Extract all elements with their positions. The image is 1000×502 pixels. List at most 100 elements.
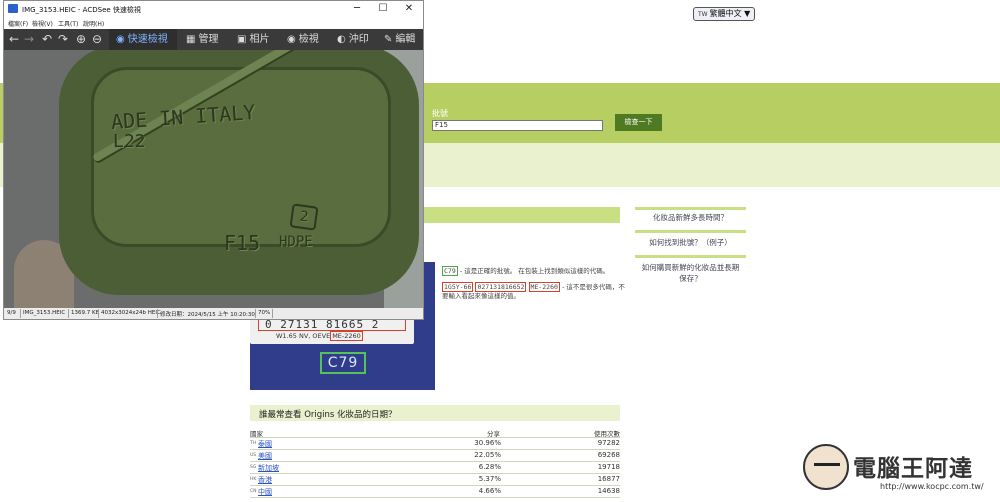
share-value: 6.28% xyxy=(478,463,501,471)
status-bar: 9/9 IMG_3153.HEIC 1369.7 KB 4032x3024x24… xyxy=(4,308,423,319)
photos-icon: ▣ xyxy=(237,34,247,45)
uses-value: 16877 xyxy=(597,475,620,483)
country-link[interactable]: 泰國 xyxy=(258,439,272,449)
country-code: US xyxy=(250,453,257,458)
share-value: 4.66% xyxy=(478,487,501,495)
wrong-code-chip-3: ME-2260 xyxy=(528,282,560,292)
status-zoom: 70% xyxy=(258,310,271,316)
share-value: 30.96% xyxy=(474,439,501,447)
table-row: HK 香港 5.37% 16877 xyxy=(250,474,620,485)
status-filename: IMG_3153.HEIC xyxy=(23,310,66,316)
forward-arrow-icon[interactable]: → xyxy=(22,32,36,46)
watermark-text: 電腦王阿達 xyxy=(853,456,973,482)
country-code: TH xyxy=(250,441,257,446)
wrong-code-text: - 這不是很多代碼，不 xyxy=(562,283,625,291)
table-row: SG 新加坡 6.28% 19718 xyxy=(250,462,620,473)
country-code: SG xyxy=(250,465,257,470)
watermark-url: http://www.kocpc.com.tw/ xyxy=(880,482,984,491)
uses-value: 19718 xyxy=(597,463,620,471)
check-button[interactable]: 檢查一下 xyxy=(615,114,662,131)
status-index: 9/9 xyxy=(7,310,16,316)
rotate-right-icon[interactable]: ↷ xyxy=(56,32,70,46)
menu-view[interactable]: 檢視(V) xyxy=(32,19,53,28)
flag-tw-icon: TW xyxy=(698,11,708,18)
recycle-icon: 2 xyxy=(289,203,319,231)
mode-quick-view[interactable]: ◉ 快速檢視 xyxy=(114,29,168,50)
faq-divider xyxy=(635,255,746,258)
country-link[interactable]: 香港 xyxy=(258,475,272,485)
mode-label: 檢視 xyxy=(298,34,319,45)
edit-icon: ✎ xyxy=(384,34,393,45)
section-header-bar xyxy=(423,207,620,223)
mode-label: 相片 xyxy=(249,34,270,45)
acdsee-app-icon xyxy=(8,4,18,13)
viewer-toolbar: ← → ↶ ↷ ⊕ ⊖ ◉ 快速檢視 ▦ 管理 ▣ 相片 ◉ 檢視 ◐ 沖印 ✎ 編輯 xyxy=(4,29,423,50)
language-label: 繁體中文 ▼ xyxy=(709,9,751,18)
status-separator xyxy=(255,309,256,318)
status-modified-date: 修改日期：2024/5/15 上午 10:20:30 xyxy=(160,312,255,318)
correct-code-text: - 這是正確的批號。 在包裝上找到類似這樣的代碼。 xyxy=(459,267,610,275)
status-separator xyxy=(20,309,21,318)
faq-divider xyxy=(635,230,746,233)
menu-tools[interactable]: 工具(T) xyxy=(58,19,78,28)
share-value: 5.37% xyxy=(478,475,501,483)
status-separator xyxy=(157,309,158,318)
minimize-icon[interactable]: ─ xyxy=(344,2,370,16)
mode-label: 編輯 xyxy=(395,34,416,45)
uses-value: 14638 xyxy=(597,487,620,495)
window-title: IMG_3153.HEIC - ACDSee 快速檢視 xyxy=(22,6,141,14)
menu-bar: 檔案(F) 檢視(V) 工具(T) 說明(H) xyxy=(4,17,423,29)
correct-code-chip: C79 xyxy=(442,266,458,276)
faq-q3-line1: 如何購買新鮮的化妝品並長期 xyxy=(641,263,740,272)
glasses-icon xyxy=(814,463,840,469)
menu-help[interactable]: 說明(H) xyxy=(83,19,104,28)
embossed-hdpe: HDPE xyxy=(279,234,313,250)
wrong-code-text-line2: 要輸入看起來像這樣的值。 xyxy=(442,292,520,300)
zoom-out-icon[interactable]: ⊖ xyxy=(90,32,104,46)
grid-icon: ▦ xyxy=(186,34,196,45)
uses-value: 69268 xyxy=(597,451,620,459)
mode-develop[interactable]: ◐ 沖印 xyxy=(335,29,369,50)
country-link[interactable]: 新加坡 xyxy=(258,463,279,473)
window-titlebar[interactable]: IMG_3153.HEIC - ACDSee 快速檢視 ─ ☐ ✕ xyxy=(4,1,423,17)
mode-edit[interactable]: ✎ 編輯 xyxy=(382,29,415,50)
photo-pouch-panel xyxy=(91,67,391,247)
country-link[interactable]: 中國 xyxy=(258,487,272,497)
country-code: HK xyxy=(250,477,257,482)
rotate-left-icon[interactable]: ↶ xyxy=(40,32,54,46)
faq-link-buy-store[interactable]: 如何購買新鮮的化妝品並長期 保存？ xyxy=(635,262,746,284)
maximize-icon[interactable]: ☐ xyxy=(370,2,396,16)
note-wrong: 1G5Y-66 027131816652 ME-2260 - 這不是很多代碼，不 xyxy=(442,282,625,292)
faq-q3-line2: 保存？ xyxy=(679,274,702,283)
language-selector[interactable]: TW 繁體中文 ▼ xyxy=(693,7,756,21)
mode-label: 沖印 xyxy=(348,34,369,45)
mode-photos[interactable]: ▣ 相片 xyxy=(235,29,269,50)
barcode-subtext: W1.65 NV, OEVE ME-2260 xyxy=(276,331,363,341)
embossed-f15: F15 xyxy=(224,231,261,255)
country-code: CN xyxy=(250,489,257,494)
share-value: 22.05% xyxy=(474,451,501,459)
eye-icon: ◉ xyxy=(116,34,125,45)
acdsee-window[interactable]: IMG_3153.HEIC - ACDSee 快速檢視 ─ ☐ ✕ 檔案(F) … xyxy=(3,0,424,320)
zoom-in-icon[interactable]: ⊕ xyxy=(74,32,88,46)
stats-title: 誰最常查看 Origins 化妝品的日期？ xyxy=(259,410,397,420)
barcode-number: 0 27131 81665 2 xyxy=(258,319,406,331)
note-correct: C79 - 這是正確的批號。 在包裝上找到類似這樣的代碼。 xyxy=(442,266,610,276)
photo-canvas[interactable]: ADE IN ITALY L22 F15 2 HDPE xyxy=(4,50,423,308)
status-separator xyxy=(272,309,273,318)
table-row: US 美國 22.05% 69268 xyxy=(250,450,620,461)
barcode-subtext-prefix: W1.65 NV, OEVE xyxy=(276,332,331,340)
menu-file[interactable]: 檔案(F) xyxy=(8,19,28,28)
mode-manage[interactable]: ▦ 管理 xyxy=(184,29,218,50)
mode-view[interactable]: ◉ 檢視 xyxy=(285,29,319,50)
table-row: CN 中國 4.66% 14638 xyxy=(250,486,620,497)
barcode-subtext-chip: ME-2260 xyxy=(330,331,363,341)
wrong-code-chip-2: 027131816652 xyxy=(475,282,527,292)
wrong-code-chip-1: 1G5Y-66 xyxy=(442,282,474,292)
country-link[interactable]: 美國 xyxy=(258,451,272,461)
back-arrow-icon[interactable]: ← xyxy=(7,32,21,46)
faq-link-freshness[interactable]: 化妝品新鮮多長時間？ xyxy=(635,212,746,223)
faq-link-find-batch[interactable]: 如何找到批號？（例子） xyxy=(635,237,746,248)
close-icon[interactable]: ✕ xyxy=(396,2,422,16)
batch-input[interactable]: F15 xyxy=(432,120,603,131)
